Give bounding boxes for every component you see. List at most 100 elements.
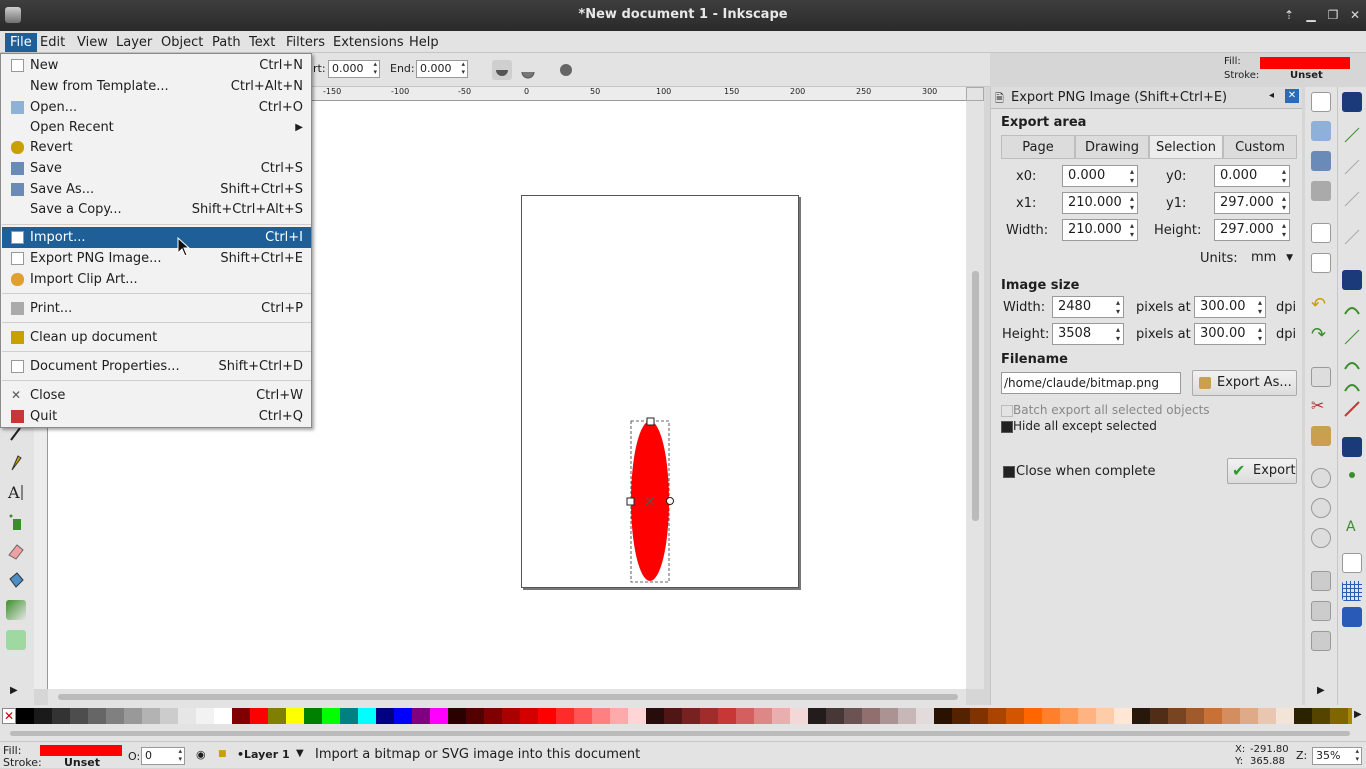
tab-page[interactable]: Page xyxy=(1001,135,1075,159)
bucket-icon[interactable] xyxy=(6,570,26,590)
menu-item-print[interactable]: Print... Ctrl+P xyxy=(2,298,311,319)
palette-swatch[interactable] xyxy=(142,708,160,724)
palette-swatch[interactable] xyxy=(934,708,952,724)
menu-help[interactable]: Help xyxy=(404,33,444,52)
img-height-input[interactable]: 3508 xyxy=(1052,323,1124,345)
save-icon[interactable] xyxy=(1311,151,1331,171)
palette-swatch[interactable] xyxy=(250,708,268,724)
palette-swatch[interactable] xyxy=(232,708,250,724)
vertical-scrollbar[interactable] xyxy=(966,101,984,689)
y0-input[interactable]: 0.000 xyxy=(1214,165,1290,187)
layer-dropdown-icon[interactable]: ▼ xyxy=(296,748,304,759)
palette-swatch[interactable] xyxy=(1204,708,1222,724)
snap-path-intersection-icon[interactable] xyxy=(1342,327,1362,347)
paste-icon[interactable] xyxy=(1311,426,1331,446)
zoom-selection-icon[interactable] xyxy=(1311,468,1331,488)
current-layer[interactable]: •Layer 1 xyxy=(237,748,290,761)
palette-swatch[interactable] xyxy=(880,708,898,724)
palette-swatch[interactable] xyxy=(70,708,88,724)
menu-item-close[interactable]: ✕ Close Ctrl+W xyxy=(2,385,311,406)
palette-swatch[interactable] xyxy=(16,708,34,724)
undo-icon[interactable]: ↶ xyxy=(1311,295,1331,315)
fill-stroke-indicator[interactable]: Fill: Stroke: Unset xyxy=(1222,55,1362,83)
scroll-thumb[interactable] xyxy=(972,271,979,521)
palette-swatch[interactable] xyxy=(1258,708,1276,724)
print-icon[interactable] xyxy=(1311,181,1331,201)
no-paint-swatch[interactable]: ✕ xyxy=(2,708,16,724)
filename-input[interactable]: /home/claude/bitmap.png xyxy=(1001,372,1181,394)
palette-swatch[interactable] xyxy=(412,708,430,724)
menu-filters[interactable]: Filters xyxy=(281,33,330,52)
snap-bbox-edge-icon[interactable] xyxy=(1342,157,1362,177)
palette-swatch[interactable] xyxy=(286,708,304,724)
status-fill-swatch[interactable] xyxy=(40,745,122,756)
palette-swatch[interactable] xyxy=(556,708,574,724)
palette-swatch[interactable] xyxy=(1168,708,1186,724)
end-angle-input[interactable]: 0.000 xyxy=(416,60,468,78)
palette-swatch[interactable] xyxy=(1312,708,1330,724)
text-tool-icon[interactable]: A xyxy=(6,482,26,502)
palette-swatch[interactable] xyxy=(1330,708,1348,724)
arc-open-icon[interactable] xyxy=(518,60,538,80)
palette-swatch[interactable] xyxy=(574,708,592,724)
menu-item-save-copy[interactable]: Save a Copy... Shift+Ctrl+Alt+S xyxy=(2,199,311,220)
palette-swatch[interactable] xyxy=(196,708,214,724)
palette-swatch[interactable] xyxy=(772,708,790,724)
palette-swatch[interactable] xyxy=(988,708,1006,724)
menu-text[interactable]: Text xyxy=(244,33,280,52)
menu-item-new[interactable]: New Ctrl+N xyxy=(2,55,311,76)
selected-ellipse[interactable] xyxy=(626,417,676,587)
palette-menu-icon[interactable]: ▶ xyxy=(1354,709,1362,720)
eraser-icon[interactable] xyxy=(6,541,26,561)
zoom-drawing-icon[interactable] xyxy=(1311,498,1331,518)
horizontal-ruler[interactable]: -150 -100 -50 0 50 100 150 200 250 300 xyxy=(312,87,966,101)
menu-item-import[interactable]: Import... Ctrl+I xyxy=(2,227,311,248)
snap-center-icon[interactable] xyxy=(1342,465,1362,485)
dialog-close-icon[interactable]: ✕ xyxy=(1285,89,1299,103)
menu-item-new-from-template[interactable]: New from Template... Ctrl+Alt+N xyxy=(2,76,311,97)
menu-item-open[interactable]: Open... Ctrl+O xyxy=(2,97,311,118)
menu-item-save[interactable]: Save Ctrl+S xyxy=(2,158,311,179)
redo-icon[interactable]: ↷ xyxy=(1311,325,1331,345)
palette-swatch[interactable] xyxy=(1006,708,1024,724)
start-angle-input[interactable]: 0.000 xyxy=(328,60,380,78)
palette-swatch[interactable] xyxy=(448,708,466,724)
toolbox-expand-icon[interactable]: ▶ xyxy=(10,685,18,696)
zoom-page-icon[interactable] xyxy=(1311,528,1331,548)
palette-swatch[interactable] xyxy=(322,708,340,724)
snap-cusp-icon[interactable] xyxy=(1342,355,1362,375)
zoom-input[interactable]: 35% xyxy=(1312,747,1362,765)
menu-item-save-as[interactable]: Save As... Shift+Ctrl+S xyxy=(2,179,311,200)
palette-swatch[interactable] xyxy=(682,708,700,724)
palette-swatch[interactable] xyxy=(736,708,754,724)
palette-swatch[interactable] xyxy=(502,708,520,724)
palette-swatch[interactable] xyxy=(304,708,322,724)
tab-custom[interactable]: Custom xyxy=(1223,135,1297,159)
area-width-input[interactable]: 210.000 xyxy=(1062,219,1138,241)
snap-bbox-mid-icon[interactable] xyxy=(1342,227,1362,247)
palette-swatch[interactable] xyxy=(1042,708,1060,724)
color-palette[interactable]: ✕ ▶ xyxy=(0,705,1366,727)
palette-swatch[interactable] xyxy=(844,708,862,724)
menu-item-quit[interactable]: Quit Ctrl+Q xyxy=(2,406,311,427)
opacity-input[interactable]: 0 xyxy=(141,747,185,765)
snap-toggle-icon[interactable] xyxy=(1342,92,1362,112)
palette-swatch[interactable] xyxy=(1114,708,1132,724)
palette-swatch[interactable] xyxy=(1132,708,1150,724)
spray-icon[interactable] xyxy=(6,512,26,532)
scroll-thumb[interactable] xyxy=(10,731,1350,736)
palette-swatch[interactable] xyxy=(358,708,376,724)
restore-icon[interactable]: ❐ xyxy=(1324,6,1342,24)
palette-swatch[interactable] xyxy=(1186,708,1204,724)
menu-item-export-png[interactable]: Export PNG Image... Shift+Ctrl+E xyxy=(2,248,311,269)
gradient-icon[interactable] xyxy=(6,600,26,620)
palette-swatch[interactable] xyxy=(520,708,538,724)
hide-except-checkbox[interactable] xyxy=(1001,421,1013,433)
palette-swatch[interactable] xyxy=(430,708,448,724)
palette-swatch[interactable] xyxy=(808,708,826,724)
close-window-icon[interactable]: ✕ xyxy=(1346,6,1364,24)
units-select[interactable]: mm ▼ xyxy=(1251,247,1295,269)
snap-path-icon[interactable] xyxy=(1342,300,1362,320)
clone-icon[interactable] xyxy=(1311,601,1331,621)
copy-icon[interactable] xyxy=(1311,367,1331,387)
